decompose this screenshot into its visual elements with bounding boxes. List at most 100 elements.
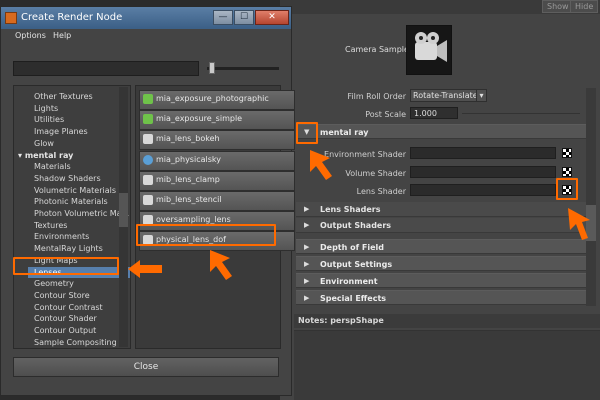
menu-options[interactable]: Options [15,31,46,40]
dropdown-arrow-icon[interactable]: ▾ [476,89,487,102]
node-button-mib-lens-clamp[interactable]: mib_lens_clamp [139,170,295,191]
output-shaders-subsection[interactable]: ▶ Output Shaders [296,218,588,233]
tree-item[interactable]: Textures [34,220,130,231]
special-effects-section[interactable]: ▶ Special Effects [296,290,588,305]
close-window-button[interactable]: ✕ [255,10,289,25]
tree-item[interactable]: Lights [34,103,130,114]
expand-arrow-highlight [296,122,318,144]
tree-item[interactable]: Photonic Materials [34,196,130,207]
lens-icon [143,195,153,205]
tree-item[interactable]: Geometry [34,278,130,289]
tree-scrollbar-thumb[interactable] [119,193,128,227]
minimize-button[interactable]: — [213,10,233,25]
attribute-editor: Show Hide Camera Sample Film Roll Order … [280,0,600,400]
environment-section[interactable]: ▶ Environment [296,273,588,288]
tree-item[interactable]: Contour Store [34,290,130,301]
collapse-arrow-icon[interactable]: ▶ [304,291,309,306]
lens-shader-label: Lens Shader [356,187,406,196]
camera-sample-label: Camera Sample [345,45,409,54]
tree-item[interactable]: Image Planes [34,126,130,137]
node-button-mia-physicalsky[interactable]: mia_physicalsky [139,150,295,171]
output-settings-label: Output Settings [320,260,393,269]
tree-item[interactable]: Environments [34,231,130,242]
tree-item[interactable]: Utilities [34,114,130,125]
node-button-mib-lens-stencil[interactable]: mib_lens_stencil [139,191,295,211]
hide-button[interactable]: Hide [570,0,599,13]
output-shaders-label: Output Shaders [320,221,392,230]
filter-input[interactable] [13,61,199,76]
node-button-label: mia_exposure_simple [156,114,243,124]
tree-item[interactable]: MentalRay Lights [34,243,130,254]
exposure-icon [143,114,153,125]
notes-textarea[interactable] [294,330,600,400]
volume-shader-field[interactable] [410,166,556,178]
special-effects-label: Special Effects [320,294,387,303]
annotation-arrow-icon [568,208,590,240]
collapse-arrow-icon[interactable]: ▶ [304,202,309,217]
annotation-arrow-icon [210,250,232,280]
film-roll-order-value: Rotate-Translate [413,91,478,100]
output-settings-section[interactable]: ▶ Output Settings [296,256,588,271]
tree-item[interactable]: Shadow Shaders [34,173,130,184]
tree-item[interactable]: Volumetric Materials [34,185,130,196]
annotation-arrow-icon [310,150,332,180]
ae-scrollbar[interactable] [586,88,596,306]
tree-item[interactable]: Glow [34,138,130,149]
tree-item[interactable]: Contour Output [34,325,130,336]
lens-shader-field[interactable] [410,184,556,196]
lenses-highlight [13,257,119,275]
collapse-arrow-icon[interactable]: ▶ [304,240,309,255]
tree-item[interactable]: Contour Shader [34,313,130,324]
mental-ray-section-header[interactable]: ▼ mental ray [296,124,588,139]
camera-sample-swatch [406,25,452,75]
notes-label: Notes: perspShape [294,314,600,328]
maximize-button[interactable]: ☐ [234,10,254,25]
post-scale-slider[interactable] [462,113,580,114]
film-roll-order-label: Film Roll Order [347,92,406,101]
maya-app-icon [5,12,17,24]
post-scale-label: Post Scale [365,110,406,119]
node-category-tree: Other Textures Lights Utilities Image Plane… [13,85,131,349]
tree-section-label: mental ray [24,150,74,160]
menu-bar: Options Help [1,29,291,45]
tree-item[interactable]: Other Textures [34,91,130,102]
depth-of-field-label: Depth of Field [320,243,384,252]
node-button-label: mib_lens_stencil [156,195,222,204]
close-button[interactable]: Close [13,357,279,377]
collapse-arrow-icon[interactable]: ▶ [304,218,309,233]
environment-label: Environment [320,277,378,286]
tree-item[interactable]: Materials [34,161,130,172]
create-render-node-dialog: Create Render Node — ☐ ✕ Options Help Ot… [0,6,295,396]
tree-item[interactable]: Photon Volumetric Ma... [34,208,130,219]
slider-handle[interactable] [209,62,215,74]
node-button-list: mia_exposure_photographic mia_exposure_si… [135,85,295,349]
node-button-label: mib_lens_clamp [156,174,220,184]
post-scale-input[interactable]: 1.000 [410,107,458,119]
lens-shader-button-highlight [556,178,578,200]
node-button-label: mia_lens_bokeh [156,134,220,144]
camera-icon [415,32,447,62]
node-button-mia-exposure-simple[interactable]: mia_exposure_simple [139,110,295,131]
collapse-arrow-icon[interactable]: ▶ [304,257,309,272]
collapse-arrow-icon[interactable]: ▶ [304,274,309,289]
lens-shaders-subsection[interactable]: ▶ Lens Shaders [296,202,588,217]
film-roll-order-dropdown[interactable]: Rotate-Translate [410,89,486,102]
node-button-label: oversampling_lens [156,215,231,225]
tree-item[interactable]: Sample Compositing [34,337,130,348]
show-button[interactable]: Show [542,0,574,13]
node-button-label: mia_exposure_photographic [156,94,269,103]
node-button-mia-lens-bokeh[interactable]: mia_lens_bokeh [139,130,295,151]
tree-section-mental-ray[interactable]: ▾ mental ray [18,150,114,161]
map-button-icon[interactable] [562,148,572,158]
dialog-title: Create Render Node [21,12,123,23]
annotation-arrow-icon [128,260,162,278]
node-button-mia-exposure-photographic[interactable]: mia_exposure_photographic [139,90,295,110]
map-button-icon[interactable] [562,167,572,177]
environment-shader-field[interactable] [410,147,556,159]
sky-icon [143,154,153,165]
menu-help[interactable]: Help [53,31,71,40]
tree-item[interactable]: Contour Contrast [34,302,130,313]
ae-top-bar: Show Hide [280,0,600,14]
depth-of-field-section[interactable]: ▶ Depth of Field [296,239,588,254]
icon-size-slider[interactable] [207,67,279,70]
